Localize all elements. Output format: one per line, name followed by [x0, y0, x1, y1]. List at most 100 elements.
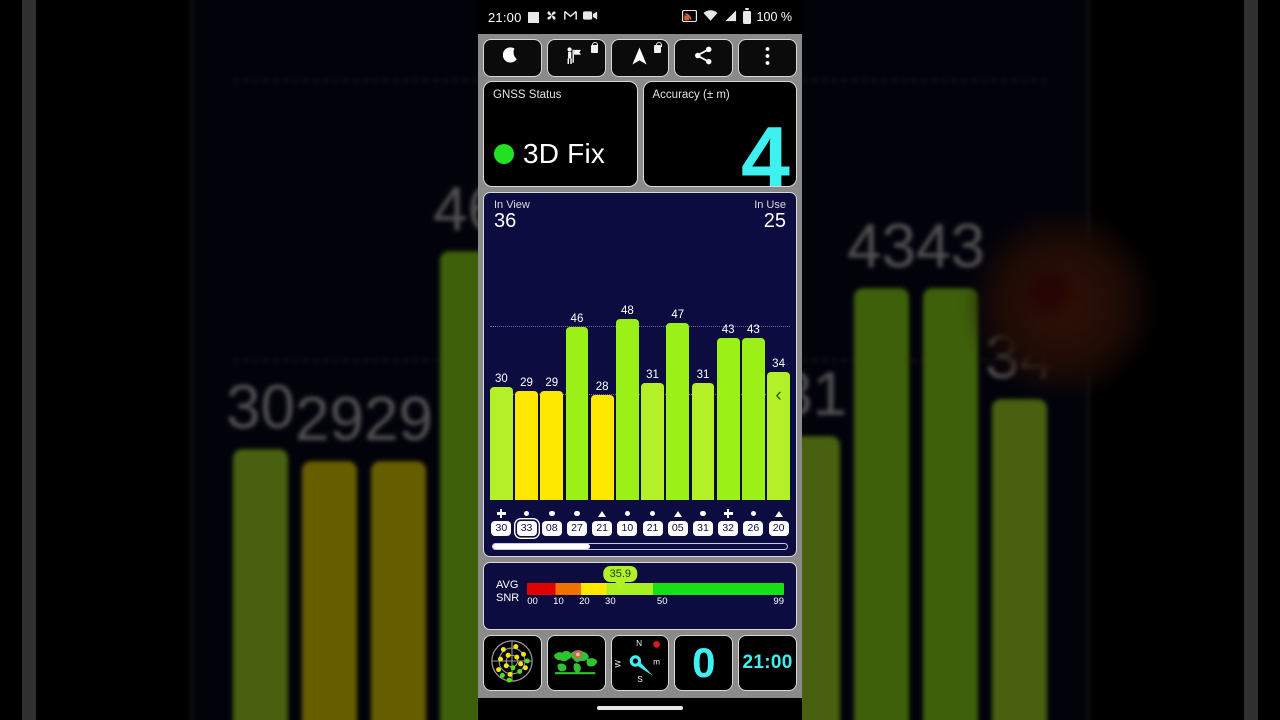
satellite-id-chip[interactable]: 08: [540, 521, 563, 536]
satellite-id-text: 26: [743, 521, 763, 536]
snr-bar-plot: 302929462848314731434334‹: [490, 259, 790, 500]
satellite-id-chip[interactable]: 10: [616, 521, 639, 536]
snr-bar[interactable]: 31: [641, 383, 664, 500]
surveyor-flag-icon: [565, 46, 587, 70]
battery-percent: 100 %: [757, 10, 792, 24]
sky-view-button[interactable]: [483, 635, 542, 691]
satellite-type-markers: [490, 507, 790, 520]
snr-bar[interactable]: 47: [666, 323, 689, 500]
satellite-id-chip[interactable]: 31: [692, 521, 715, 536]
satellite-type-marker-triangle: [767, 511, 790, 517]
chart-scrollbar-thumb[interactable]: [493, 544, 590, 549]
snr-bar[interactable]: 28: [591, 395, 614, 500]
satellite-type-marker-circle: [566, 511, 589, 517]
satellite-id-text: 20: [769, 521, 789, 536]
snr-tick: 99: [773, 596, 784, 607]
satellite-chart-panel[interactable]: In View 36 In Use 25 3029294628483147314…: [483, 192, 797, 557]
avg-snr-label-line2: SNR: [496, 592, 519, 605]
satellite-counts: In View 36 In Use 25: [484, 193, 796, 232]
avg-snr-bubble: 35.9: [604, 566, 637, 582]
snr-bar[interactable]: 46: [566, 327, 589, 500]
gnss-status-value: 3D Fix: [523, 138, 605, 170]
android-gesture-bar[interactable]: [478, 698, 802, 720]
backdrop-left-edge: [22, 0, 36, 720]
overflow-menu-button[interactable]: [738, 39, 797, 77]
avg-snr-panel: AVG SNR 35.9 001020305099: [483, 562, 797, 630]
snr-gradient-bar: [527, 583, 784, 595]
bottom-navigation: N S W m 0 21:00: [478, 635, 802, 697]
moon-icon: [503, 46, 522, 70]
snr-bar[interactable]: 43: [717, 338, 740, 500]
clock-value: 21:00: [743, 652, 793, 674]
snr-bar-value: 43: [722, 324, 735, 336]
satellite-type-marker-circle: [641, 511, 664, 517]
satellite-id-chip[interactable]: 26: [742, 521, 765, 536]
world-map-icon: [552, 646, 600, 681]
svg-text:W: W: [615, 659, 623, 667]
background-bar-value: 29: [364, 384, 433, 455]
satellite-type-marker-triangle: [591, 511, 614, 517]
snr-bar[interactable]: 43: [742, 338, 765, 500]
in-view-block: In View 36: [494, 199, 530, 232]
snr-bars: 302929462848314731434334‹: [490, 259, 790, 500]
satellite-type-marker-triangle: [666, 511, 689, 517]
satellite-id-chip[interactable]: 33: [515, 521, 538, 536]
satellite-id-chip[interactable]: 21: [591, 521, 614, 536]
background-bar: 34: [992, 400, 1047, 720]
snr-bar-value: 29: [545, 377, 558, 389]
satellite-id-text: 21: [592, 521, 612, 536]
svg-text:S: S: [637, 674, 643, 684]
in-use-value: 25: [754, 211, 786, 232]
background-bar: 43: [854, 288, 909, 720]
status-cards: GNSS Status 3D Fix Accuracy (± m) 4: [478, 81, 802, 192]
satellite-id-chip[interactable]: 27: [566, 521, 589, 536]
snr-bar[interactable]: 29: [515, 391, 538, 500]
snr-tick: 30: [605, 596, 616, 607]
night-mode-button[interactable]: [483, 39, 542, 77]
share-button[interactable]: [674, 39, 733, 77]
background-orb: [967, 209, 1157, 399]
compass-button[interactable]: N S W m: [611, 635, 670, 691]
satellite-id-chip[interactable]: 30: [490, 521, 513, 536]
radar-sky-icon: [489, 638, 535, 689]
background-bar-value: 43: [847, 211, 916, 282]
accuracy-card[interactable]: Accuracy (± m) 4: [643, 81, 798, 187]
gnss-status-card[interactable]: GNSS Status 3D Fix: [483, 81, 638, 187]
satellite-type-marker-circle: [515, 511, 538, 517]
clock-button[interactable]: 21:00: [738, 635, 797, 691]
chart-scrollbar[interactable]: [492, 543, 788, 550]
snr-bar[interactable]: 48: [616, 319, 639, 500]
in-use-block: In Use 25: [754, 199, 786, 232]
satellite-id-text: 27: [567, 521, 587, 536]
status-clock: 21:00: [488, 10, 522, 25]
surveyor-mode-button[interactable]: [547, 39, 606, 77]
satellite-id-chip[interactable]: 32: [717, 521, 740, 536]
snr-bar-value: 43: [747, 324, 760, 336]
snr-bar[interactable]: 34‹: [767, 372, 790, 500]
snr-bar[interactable]: 29: [540, 391, 563, 500]
satellite-id-chip[interactable]: 21: [641, 521, 664, 536]
accuracy-value: 4: [741, 114, 790, 187]
wifi-icon: [703, 10, 718, 25]
satellite-type-marker-plus: [490, 509, 513, 518]
satellite-id-text: 31: [693, 521, 713, 536]
snr-bar-value: 34: [772, 358, 785, 370]
background-bar-value: 29: [295, 384, 364, 455]
snr-bar[interactable]: 30: [490, 387, 513, 500]
satellite-id-chip[interactable]: 20: [767, 521, 790, 536]
satellite-id-chip[interactable]: 05: [666, 521, 689, 536]
snr-tick: 00: [527, 596, 538, 607]
snr-bar[interactable]: 31: [692, 383, 715, 500]
satellite-type-marker-circle: [692, 511, 715, 517]
more-vertical-icon: [765, 46, 770, 71]
speed-button[interactable]: 0: [674, 635, 733, 691]
lock-icon: [654, 45, 661, 53]
background-bar: 29: [371, 461, 426, 720]
svg-text:m: m: [653, 656, 660, 666]
phone-screen: 21:00 100 %: [478, 0, 802, 720]
compass-icon: N S W m: [615, 637, 665, 690]
navigation-mode-button[interactable]: [611, 39, 670, 77]
satellite-id-text: 10: [617, 521, 637, 536]
map-view-button[interactable]: [547, 635, 606, 691]
snr-tick: 50: [657, 596, 668, 607]
